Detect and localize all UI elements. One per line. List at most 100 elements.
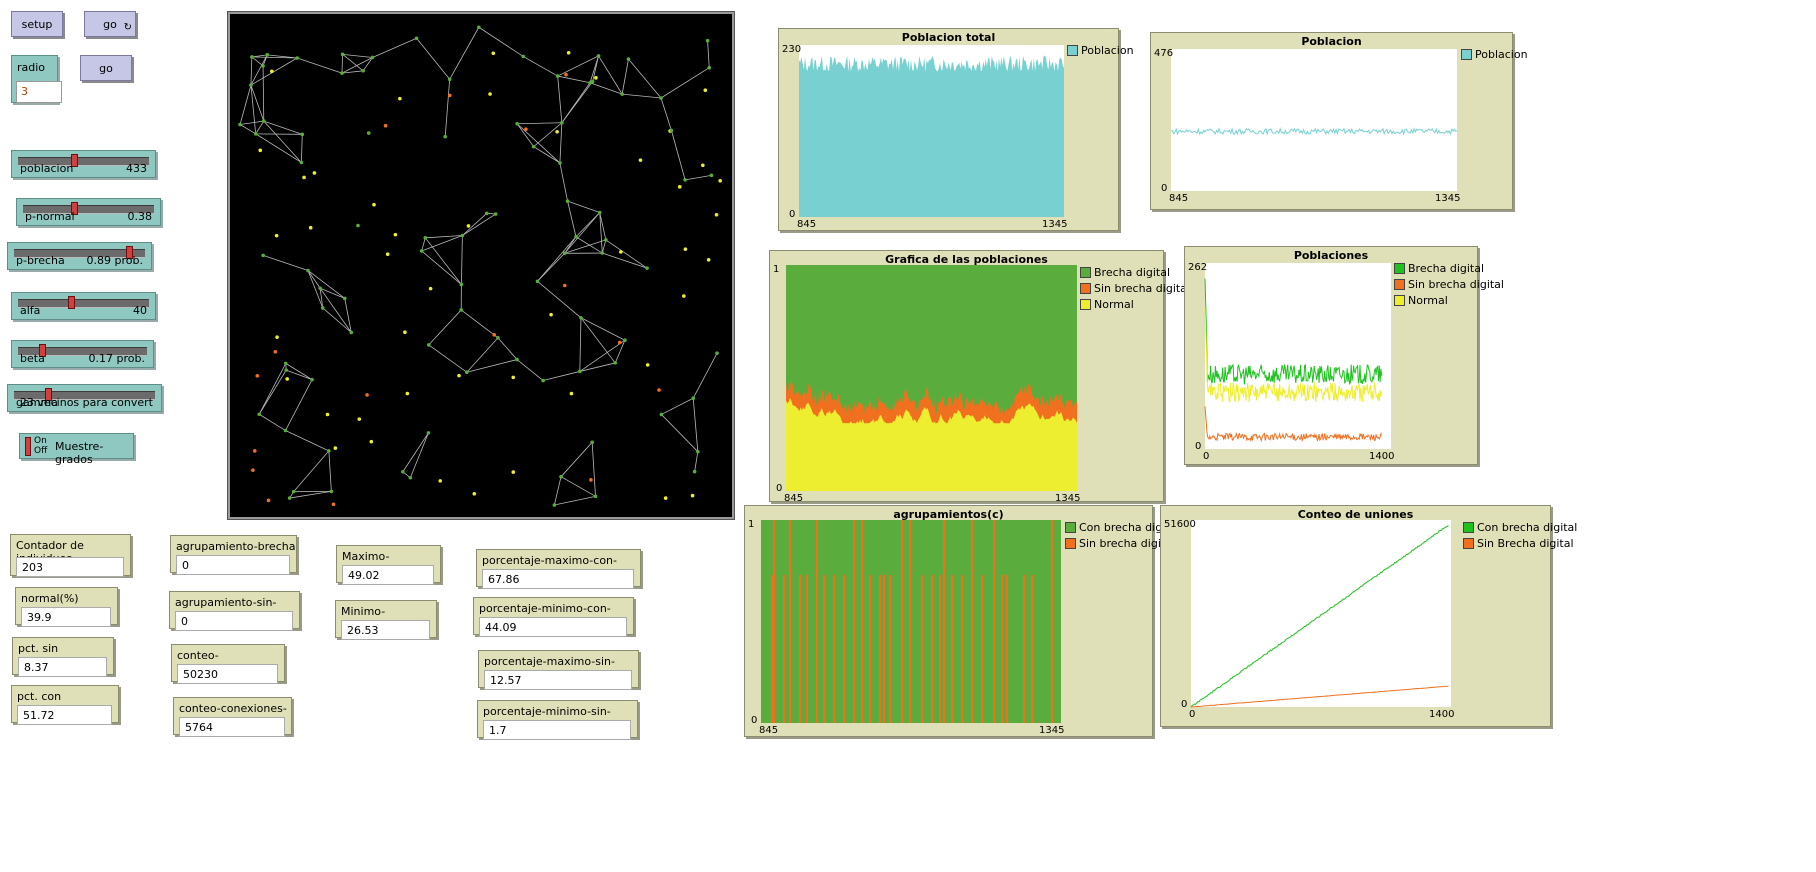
network-link <box>580 317 616 364</box>
slider-p-normal[interactable]: p-normal 0.38 <box>16 198 161 226</box>
agent-node <box>287 496 292 500</box>
network-link <box>694 451 699 472</box>
slider-alfa[interactable]: alfa 40 <box>11 292 156 320</box>
switch-toggle-icon[interactable] <box>25 437 31 456</box>
network-link <box>289 491 332 499</box>
slider-value: 0.89 prob. <box>86 254 143 267</box>
muestre-grados-switch[interactable]: On Off Muestre-grados <box>19 433 134 466</box>
network-link <box>341 54 344 74</box>
agent-node <box>356 223 360 228</box>
plot-poblacion-total: Poblacion total 230 0 845 1345 Poblacion <box>778 28 1134 231</box>
agent-node <box>541 378 545 383</box>
legend-swatch <box>1067 44 1078 56</box>
agent-node <box>285 377 289 381</box>
agent-node <box>426 343 431 347</box>
network-link <box>416 38 450 80</box>
agent-node <box>645 363 650 367</box>
agent-node <box>403 330 407 335</box>
agent-node <box>566 50 571 55</box>
agent-node <box>638 158 643 162</box>
agent-node <box>342 296 347 301</box>
legend-swatch <box>1463 521 1474 533</box>
slider-value: 40 <box>133 304 147 317</box>
agent-node <box>663 496 668 500</box>
network-graph <box>238 25 722 507</box>
slider-beta[interactable]: beta 0.17 prob. <box>11 340 154 368</box>
network-link <box>557 75 591 84</box>
network-link <box>537 280 582 319</box>
network-link <box>239 120 264 125</box>
network-link <box>402 432 429 472</box>
network-link <box>567 201 577 237</box>
agent-node <box>552 503 557 507</box>
agent-node <box>477 25 481 30</box>
agent-node <box>492 333 497 337</box>
x-tick-max: 1400 <box>1369 451 1395 462</box>
slider-label: p-normal <box>25 210 75 223</box>
slider-poblacion[interactable]: poblacion 433 <box>11 150 156 178</box>
go-forever-button[interactable]: go ↻ <box>84 11 136 37</box>
agent-node <box>465 370 469 375</box>
monitor-label: agrupamiento-brecha <box>176 540 296 553</box>
bar-sin-brecha <box>853 520 855 723</box>
bar-sin-brecha <box>909 520 911 723</box>
legend-label: Poblacion <box>1081 43 1134 57</box>
agent-node <box>258 148 263 153</box>
monitor-conteo-conexiones-sin: conteo-conexiones-sin 5764 <box>173 697 292 737</box>
agent-node <box>419 249 424 253</box>
agent-node <box>491 51 496 56</box>
setup-button[interactable]: setup <box>11 11 63 37</box>
network-link <box>579 362 616 372</box>
slider-knob[interactable] <box>68 296 76 309</box>
agent-node <box>558 161 562 165</box>
network-link <box>466 337 499 373</box>
x-tick-max: 1400 <box>1429 709 1455 720</box>
agent-node <box>484 211 489 216</box>
agent-node <box>535 279 540 284</box>
slider-gamma[interactable]: gamma 23 vecinos para convert <box>7 384 162 412</box>
agent-node <box>559 474 563 479</box>
agent-node <box>369 439 374 444</box>
y-tick-min: 0 <box>1195 441 1202 452</box>
network-link <box>424 237 462 285</box>
monitor-value: 39.9 <box>21 607 111 627</box>
agent-node <box>457 373 461 378</box>
network-link <box>517 122 562 125</box>
network-link <box>621 58 629 95</box>
agent-node <box>511 375 516 380</box>
network-link <box>466 359 518 373</box>
agent-node <box>588 80 592 85</box>
network-link <box>543 371 580 381</box>
legend-item: Normal <box>1394 292 1504 308</box>
agent-node <box>701 163 705 168</box>
monitor-value: 26.53 <box>341 620 430 640</box>
radio-input[interactable]: 3 <box>16 81 62 103</box>
agent-node <box>691 396 696 401</box>
agent-node <box>549 312 553 317</box>
agent-node <box>238 122 242 127</box>
monitor-porcentaje-maximo-sin-brecha: porcentaje-maximo-sin-brecha 12.57 <box>478 650 639 690</box>
world-view[interactable] <box>227 11 735 520</box>
agent-node <box>253 449 257 453</box>
agent-node <box>340 71 344 75</box>
go-once-button-label: go <box>99 61 113 75</box>
network-link <box>497 337 518 360</box>
agent-node <box>428 286 433 291</box>
legend-swatch <box>1080 282 1091 294</box>
legend-item: Sin brecha digital <box>1394 276 1504 292</box>
go-once-button[interactable]: go <box>80 55 132 81</box>
monitor-value: 44.09 <box>479 617 627 637</box>
agent-node <box>613 361 618 365</box>
x-tick-min: 0 <box>1203 451 1210 462</box>
slider-p-brecha[interactable]: p-brecha 0.89 prob. <box>7 242 152 270</box>
monitor-value: 0 <box>176 555 290 575</box>
monitor-value: 50230 <box>177 664 278 684</box>
legend-item: Brecha digital <box>1394 260 1504 276</box>
network-link <box>661 397 694 415</box>
plot-area <box>799 45 1064 217</box>
bar-sin-brecha <box>879 574 881 723</box>
network-link <box>258 413 286 431</box>
monitor-pct-sin-brecha: pct. sin brecha(%) 8.37 <box>12 637 114 677</box>
agent-node <box>596 54 601 58</box>
agent-node <box>265 53 270 57</box>
